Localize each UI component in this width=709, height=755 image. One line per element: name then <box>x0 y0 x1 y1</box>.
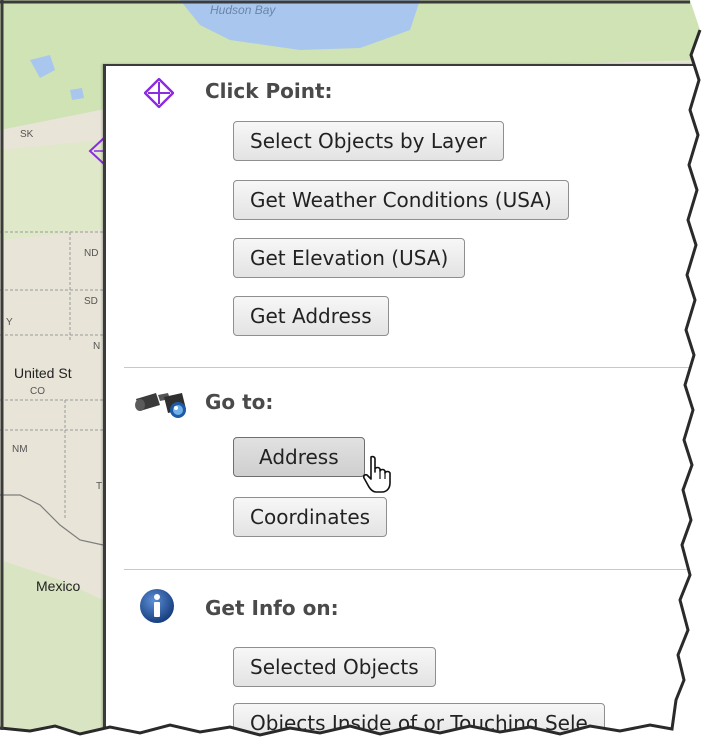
map-label-mexico: Mexico <box>36 578 81 594</box>
map-label-wy: Y <box>6 317 13 328</box>
section-title-click-point: Click Point: <box>205 79 333 103</box>
get-address-button[interactable]: Get Address <box>233 296 389 336</box>
go-to-coordinates-button[interactable]: Coordinates <box>233 497 388 537</box>
map-label-nm: NM <box>12 444 28 455</box>
selected-objects-button[interactable]: Selected Objects <box>233 647 436 687</box>
section-title-get-info: Get Info on: <box>205 596 339 620</box>
screenshot-scene: Hudson Bay SK ND SD Y N United St CO NM … <box>0 0 709 755</box>
section-header-get-info: Get Info on: <box>205 596 339 620</box>
section-title-go-to: Go to: <box>205 390 274 414</box>
map-label-nd: ND <box>84 248 99 259</box>
diamond-crosshair-icon <box>144 78 174 108</box>
section-divider <box>124 569 709 570</box>
binoculars-icon <box>135 393 186 418</box>
context-menu: Click Point: Select Objects by Layer Get… <box>103 64 709 755</box>
get-weather-conditions-button[interactable]: Get Weather Conditions (USA) <box>233 180 569 220</box>
get-elevation-button[interactable]: Get Elevation (USA) <box>233 238 466 278</box>
map-label-ne: N <box>93 341 101 352</box>
section-header-click-point: Click Point: <box>205 79 333 103</box>
map-label-tx: T <box>96 481 103 492</box>
hand-pointer-cursor-icon <box>362 455 391 493</box>
select-objects-by-layer-button[interactable]: Select Objects by Layer <box>233 121 504 161</box>
map-label-co: CO <box>30 386 45 397</box>
objects-inside-touching-selection-button[interactable]: Objects Inside of or Touching Sele <box>233 703 605 743</box>
map-label-sd: SD <box>84 296 98 307</box>
map-label-united-states: United St <box>14 365 72 381</box>
info-icon <box>140 589 174 623</box>
map-label-hudson-bay: Hudson Bay <box>210 3 276 17</box>
map-label-sk: SK <box>20 129 34 140</box>
section-header-go-to: Go to: <box>205 390 273 414</box>
section-divider <box>124 367 709 368</box>
go-to-address-button[interactable]: Address <box>233 437 365 477</box>
